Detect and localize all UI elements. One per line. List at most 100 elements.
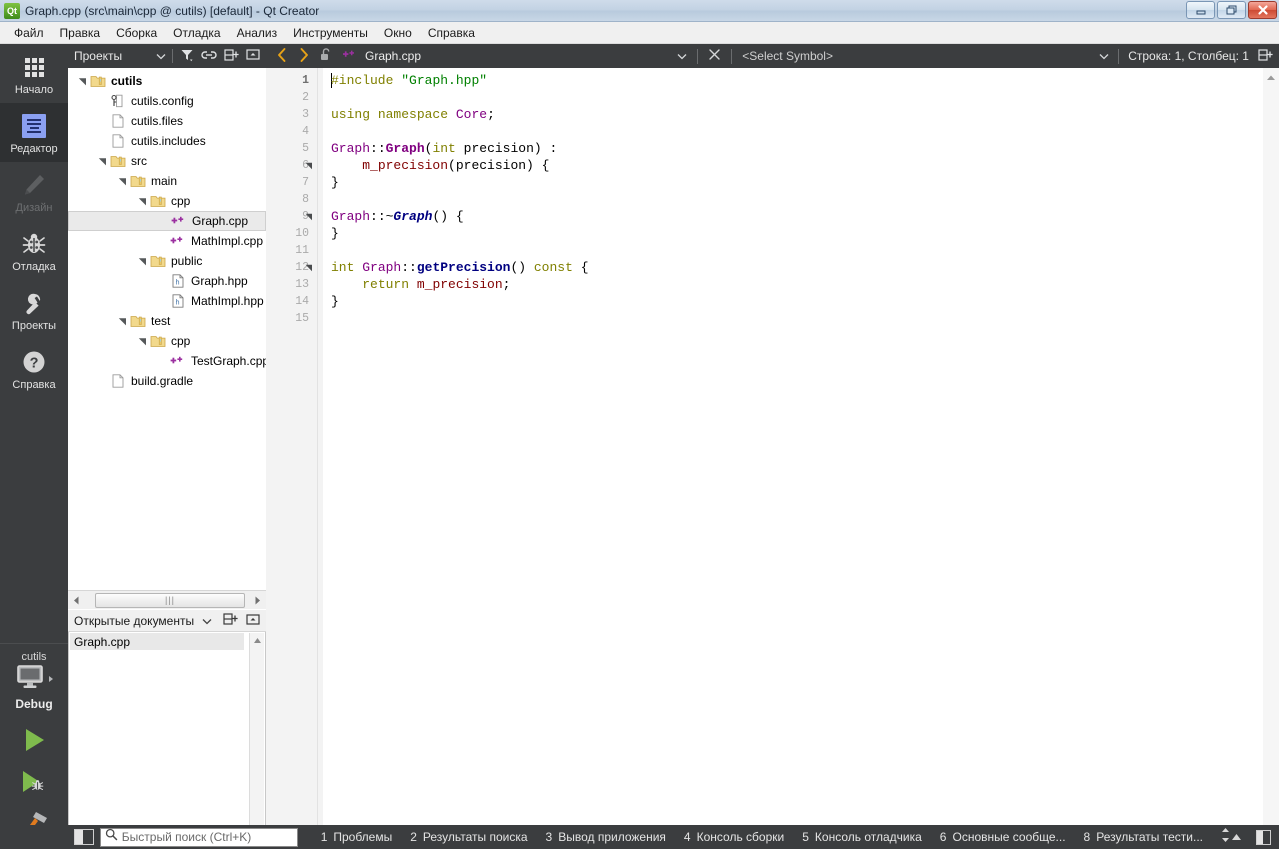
close-panel-icon[interactable]	[246, 48, 260, 64]
tree-item-testgraph-cpp[interactable]: TestGraph.cpp	[68, 351, 266, 371]
editor-vertical-scrollbar[interactable]	[1263, 68, 1279, 825]
code-line[interactable]: Graph::~Graph() {	[331, 208, 464, 225]
unlocked-icon[interactable]	[320, 47, 332, 65]
tree-item-test[interactable]: test	[68, 311, 266, 331]
menu-tools[interactable]: Инструменты	[285, 24, 376, 42]
mode-design[interactable]: Дизайн	[0, 162, 68, 221]
hscroll-thumb[interactable]: |||	[95, 592, 245, 608]
fold-marker-icon[interactable]	[304, 259, 313, 276]
menu-debug[interactable]: Отладка	[165, 24, 228, 42]
scroll-up-icon[interactable]	[1263, 71, 1279, 83]
code-line[interactable]: int Graph::getPrecision() const {	[331, 259, 589, 276]
code-line[interactable]: return m_precision;	[331, 276, 510, 293]
quick-search-box[interactable]: Быстрый поиск (Ctrl+K)	[99, 827, 298, 847]
code-line[interactable]: }	[331, 174, 339, 191]
symbol-dropdown-icon[interactable]	[1099, 49, 1109, 63]
code-line[interactable]: using namespace Core;	[331, 106, 495, 123]
collapse-output-icon[interactable]	[1231, 828, 1242, 846]
tree-item-graph-hpp[interactable]: h Graph.hpp	[68, 271, 266, 291]
menu-analyze[interactable]: Анализ	[229, 24, 286, 42]
split-icon[interactable]	[223, 612, 238, 629]
scroll-up-icon[interactable]	[253, 633, 262, 648]
menu-file[interactable]: Файл	[6, 24, 52, 42]
mode-projects[interactable]: Проекты	[0, 280, 68, 339]
open-documents-list[interactable]: Graph.cpp	[68, 632, 266, 849]
toggle-output-pane-button[interactable]	[1256, 829, 1271, 845]
tree-expand-arrow-icon[interactable]	[78, 77, 87, 86]
tree-item-src[interactable]: src	[68, 151, 266, 171]
tab-application-output[interactable]: 3 Вывод приложения	[537, 827, 675, 847]
file-dropdown-icon[interactable]	[677, 49, 687, 63]
close-panel-icon[interactable]	[246, 613, 260, 629]
menu-help[interactable]: Справка	[420, 24, 483, 42]
tree-horizontal-scrollbar[interactable]: |||	[68, 590, 266, 609]
kit-expand-arrow-icon[interactable]	[47, 671, 55, 689]
fold-marker-icon[interactable]	[304, 208, 313, 225]
toggle-sidebar-button[interactable]	[74, 829, 94, 845]
scroll-right-icon[interactable]	[249, 592, 266, 609]
tree-expand-arrow-icon[interactable]	[118, 177, 127, 186]
mode-editor[interactable]: Редактор	[0, 103, 68, 162]
tree-expand-arrow-icon[interactable]	[118, 317, 127, 326]
tree-expand-arrow-icon[interactable]	[98, 157, 107, 166]
project-tree[interactable]: cutils cutils.config cutils.files cutils.in…	[68, 68, 266, 568]
tree-item-mathimpl-cpp[interactable]: MathImpl.cpp	[68, 231, 266, 251]
run-button[interactable]	[0, 719, 68, 761]
menu-window[interactable]: Окно	[376, 24, 420, 42]
code-line[interactable]: m_precision(precision) {	[331, 157, 549, 174]
mode-debug[interactable]: Отладка	[0, 221, 68, 280]
tab-search-results[interactable]: 2 Результаты поиска	[401, 827, 536, 847]
code-editor[interactable]: 1 2 3 4 5 6 7 8 9 10 11 12 13 14 15 #include "Graph.hp…	[266, 68, 1279, 825]
kit-target-row[interactable]	[13, 663, 55, 696]
tree-item-cutils-files[interactable]: cutils.files	[68, 111, 266, 131]
tab-compile-output[interactable]: 4 Консоль сборки	[675, 827, 793, 847]
mode-help[interactable]: ? Справка	[0, 339, 68, 398]
tab-issues[interactable]: 1 Проблемы	[312, 827, 402, 847]
editor-code-area[interactable]: #include "Graph.hpp" using namespace Core…	[323, 68, 1279, 825]
tree-item-graph-cpp[interactable]: Graph.cpp	[68, 211, 266, 231]
tab-general-messages[interactable]: 6 Основные сообще...	[931, 827, 1075, 847]
menu-build[interactable]: Сборка	[108, 24, 165, 42]
menu-edit[interactable]: Правка	[52, 24, 109, 42]
tree-item-cpp[interactable]: cpp	[68, 331, 266, 351]
symbol-selector[interactable]: <Select Symbol>	[742, 49, 833, 63]
tree-item-cutils-config[interactable]: cutils.config	[68, 91, 266, 111]
fold-marker-icon[interactable]	[304, 157, 313, 174]
filter-icon[interactable]	[180, 48, 194, 65]
start-debugging-button[interactable]	[0, 761, 68, 803]
tree-item-public[interactable]: public	[68, 251, 266, 271]
tree-item-cutils-includes[interactable]: cutils.includes	[68, 131, 266, 151]
code-line[interactable]: #include "Graph.hpp"	[331, 72, 487, 89]
tree-item-cpp[interactable]: cpp	[68, 191, 266, 211]
code-line[interactable]: }	[331, 293, 339, 310]
open-document-item[interactable]: Graph.cpp	[70, 633, 244, 650]
open-documents-dropdown-icon[interactable]	[202, 614, 212, 628]
tree-expand-arrow-icon[interactable]	[138, 197, 147, 206]
go-forward-icon[interactable]	[298, 47, 310, 66]
hscroll-track[interactable]: |||	[85, 592, 249, 609]
tree-item-build-gradle[interactable]: build.gradle	[68, 371, 266, 391]
code-line[interactable]: }	[331, 225, 339, 242]
link-icon[interactable]	[201, 49, 217, 64]
go-back-icon[interactable]	[276, 47, 288, 66]
scroll-left-icon[interactable]	[68, 592, 85, 609]
minimize-button[interactable]	[1186, 1, 1215, 19]
restore-button[interactable]	[1217, 1, 1246, 19]
output-pane-updown-icon[interactable]	[1220, 827, 1231, 848]
project-panel-dropdown-icon[interactable]	[156, 49, 166, 63]
open-documents-scrollbar[interactable]	[249, 633, 264, 849]
tab-debugger-console[interactable]: 5 Консоль отладчика	[793, 827, 931, 847]
split-icon[interactable]	[224, 48, 239, 65]
mode-welcome[interactable]: Начало	[0, 44, 68, 103]
tree-expand-arrow-icon[interactable]	[138, 257, 147, 266]
tree-expand-arrow-icon[interactable]	[138, 337, 147, 346]
split-icon[interactable]	[1258, 48, 1273, 65]
code-line[interactable]: Graph::Graph(int precision) :	[331, 140, 557, 157]
tab-test-results[interactable]: 8 Результаты тести...	[1075, 827, 1212, 847]
tree-item-mathimpl-hpp[interactable]: h MathImpl.hpp	[68, 291, 266, 311]
tree-item-main[interactable]: main	[68, 171, 266, 191]
close-button[interactable]	[1248, 1, 1277, 19]
tree-item-cutils[interactable]: cutils	[68, 71, 266, 91]
close-document-icon[interactable]	[708, 48, 721, 64]
editor-file-selector[interactable]: Graph.cpp	[342, 48, 421, 65]
